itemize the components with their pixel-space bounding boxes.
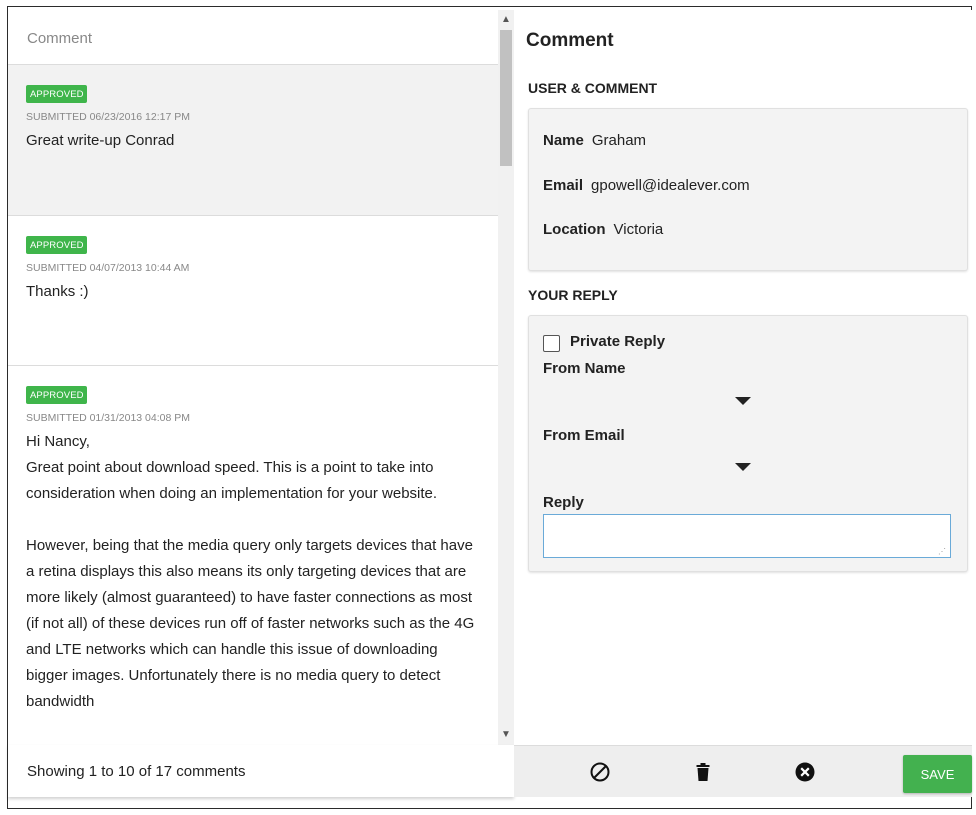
from-email-label: From Email [543, 427, 625, 444]
location-value: Victoria [613, 221, 664, 238]
status-badge: APPROVED [26, 386, 87, 404]
scroll-up-icon[interactable]: ▲ [498, 12, 514, 28]
from-name-label: From Name [543, 360, 626, 377]
private-reply-checkbox[interactable] [543, 335, 560, 352]
list-header: Comment [8, 10, 498, 65]
trash-icon[interactable] [691, 760, 715, 784]
comment-list: APPROVED SUBMITTED 06/23/2016 12:17 PM G… [8, 65, 498, 745]
comment-item[interactable]: APPROVED SUBMITTED 06/23/2016 12:17 PM G… [8, 65, 498, 216]
email-label: Email [543, 177, 584, 194]
comment-text: Great write-up Conrad [26, 132, 175, 149]
user-info-card: Name Graham Email gpowell@idealever.com Lo… [528, 108, 968, 271]
scroll-thumb[interactable] [500, 30, 512, 166]
comment-list-panel: Comment APPROVED SUBMITTED 06/23/2016 12… [8, 10, 515, 745]
resize-grip-icon[interactable]: ⋰ [938, 547, 946, 556]
comment-item[interactable]: APPROVED SUBMITTED 01/31/2013 04:08 PM H… [8, 366, 498, 745]
comment-item[interactable]: APPROVED SUBMITTED 04/07/2013 10:44 AM T… [8, 216, 498, 366]
from-email-dropdown-icon[interactable] [735, 463, 751, 471]
comment-detail-panel: Comment USER & COMMENT Name Graham Email g… [514, 10, 972, 745]
name-value: Graham [591, 132, 647, 149]
reply-label: Reply [543, 494, 584, 511]
user-section-label: USER & COMMENT [528, 80, 658, 96]
reply-card: Private Reply From Name From Email Reply… [528, 315, 968, 572]
from-name-dropdown-icon[interactable] [735, 397, 751, 405]
name-row: Name Graham [543, 132, 646, 149]
save-button[interactable]: SAVE [903, 755, 972, 793]
action-bar: SAVE [514, 745, 972, 797]
submitted-date: SUBMITTED 04/07/2013 10:44 AM [26, 262, 190, 274]
email-value: gpowell@idealever.com [591, 177, 750, 194]
status-badge: APPROVED [26, 85, 87, 103]
location-label: Location [543, 221, 606, 238]
name-label: Name [543, 132, 584, 149]
private-reply-label[interactable]: Private Reply [570, 333, 665, 350]
email-row: Email gpowell@idealever.com [543, 177, 750, 194]
close-circle-icon[interactable] [793, 760, 817, 784]
pagination-status: Showing 1 to 10 of 17 comments [8, 745, 514, 797]
reply-textarea[interactable] [543, 514, 951, 558]
reply-section-label: YOUR REPLY [528, 287, 618, 303]
submitted-date: SUBMITTED 01/31/2013 04:08 PM [26, 412, 190, 424]
submitted-date: SUBMITTED 06/23/2016 12:17 PM [26, 111, 190, 123]
comment-text: Hi Nancy, Great point about download spe… [26, 433, 475, 710]
status-badge: APPROVED [26, 236, 87, 254]
detail-title: Comment [526, 30, 614, 51]
location-row: Location Victoria [543, 221, 663, 238]
comment-text: Thanks :) [26, 283, 89, 300]
block-icon[interactable] [588, 760, 612, 784]
scroll-down-icon[interactable]: ▼ [498, 727, 514, 743]
list-scrollbar[interactable]: ▲ ▼ [498, 10, 514, 745]
